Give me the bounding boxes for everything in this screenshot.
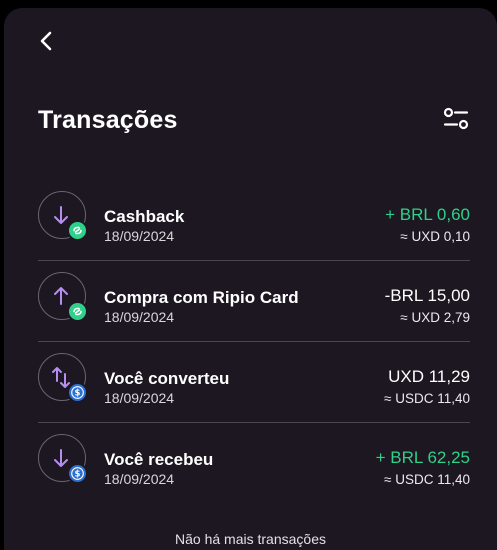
- transaction-row[interactable]: $ Você converteu 18/09/2024 UXD 11,29 ≈ …: [38, 342, 470, 423]
- ripio-icon: [67, 220, 88, 241]
- page-title: Transações: [38, 106, 178, 134]
- transaction-secondary-amount: ≈ USDC 11,40: [384, 472, 470, 487]
- transaction-amount: + BRL 62,25: [375, 448, 470, 467]
- usdc-icon: $: [67, 463, 88, 484]
- transaction-secondary-amount: ≈ UXD 2,79: [400, 310, 470, 325]
- transaction-row[interactable]: Compra com Ripio Card 18/09/2024 -BRL 15…: [38, 261, 470, 342]
- usdc-icon: $: [67, 382, 88, 403]
- transaction-secondary-amount: ≈ UXD 0,10: [400, 229, 470, 244]
- transaction-row[interactable]: $ Você recebeu 18/09/2024 + BRL 62,25 ≈ …: [38, 423, 470, 504]
- transaction-secondary-amount: ≈ USDC 11,40: [384, 391, 470, 406]
- svg-text:$: $: [75, 389, 81, 399]
- transaction-amount: + BRL 0,60: [385, 205, 470, 224]
- svg-text:$: $: [75, 470, 81, 480]
- back-button[interactable]: [34, 28, 60, 54]
- filter-sliders-icon: [443, 107, 469, 130]
- transaction-name: Compra com Ripio Card: [104, 288, 299, 307]
- transaction-list: Cashback 18/09/2024 + BRL 0,60 ≈ UXD 0,1…: [38, 180, 470, 504]
- transaction-name: Cashback: [104, 207, 185, 226]
- transaction-name: Você converteu: [104, 369, 230, 388]
- transactions-screen: Transações Cashback 18/09/2024 + BRL 0,6…: [4, 8, 497, 550]
- end-of-list-message: Não há mais transações: [175, 531, 326, 547]
- transaction-name: Você recebeu: [104, 450, 214, 469]
- transaction-avatar: $: [38, 353, 88, 403]
- transaction-date: 18/09/2024: [104, 228, 175, 244]
- transaction-date: 18/09/2024: [104, 390, 175, 406]
- transaction-date: 18/09/2024: [104, 309, 175, 325]
- transaction-row[interactable]: Cashback 18/09/2024 + BRL 0,60 ≈ UXD 0,1…: [38, 180, 470, 261]
- transaction-date: 18/09/2024: [104, 471, 175, 487]
- transaction-avatar: $: [38, 434, 88, 484]
- ripio-icon: [67, 301, 88, 322]
- transaction-amount: UXD 11,29: [388, 367, 470, 386]
- filter-button[interactable]: [442, 107, 470, 131]
- transaction-avatar: [38, 191, 88, 241]
- transaction-amount: -BRL 15,00: [384, 286, 470, 305]
- chevron-left-icon: [40, 31, 52, 51]
- transaction-avatar: [38, 272, 88, 322]
